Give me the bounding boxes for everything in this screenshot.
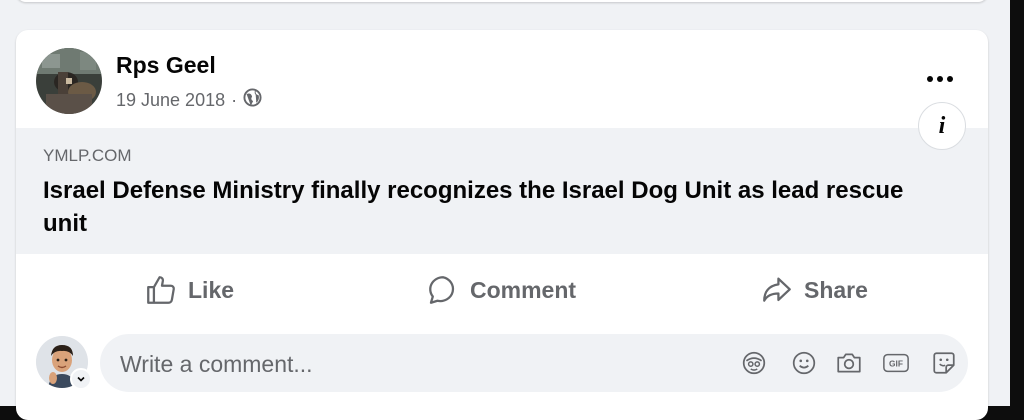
more-options-icon[interactable]	[922, 64, 958, 94]
gif-label: GIF	[889, 359, 903, 369]
window-edge	[1010, 0, 1024, 406]
like-label: Like	[188, 276, 235, 303]
link-preview[interactable]: i YMLP.COM Israel Defense Ministry final…	[16, 102, 988, 254]
comment-label: Comment	[470, 276, 577, 303]
emoji-icon[interactable]	[790, 349, 818, 377]
post-meta: 19 June 2018 ·	[116, 88, 262, 112]
previous-post-card	[16, 0, 988, 2]
avatar-sticker-icon[interactable]	[740, 349, 768, 377]
camera-icon[interactable]	[835, 349, 863, 377]
author-avatar[interactable]	[36, 48, 102, 114]
sticker-icon[interactable]	[930, 349, 958, 377]
gif-icon[interactable]: GIF	[882, 349, 910, 377]
post-date[interactable]: 19 June 2018	[116, 90, 225, 111]
post-actions: Like Comment Share	[16, 268, 988, 312]
like-icon	[147, 276, 175, 304]
comment-icon	[429, 276, 455, 304]
share-button[interactable]: Share	[760, 268, 868, 312]
chevron-down-icon[interactable]	[70, 368, 92, 390]
post-card: Rps Geel 19 June 2018 · i YMLP.COM Israe…	[16, 30, 988, 420]
share-icon	[763, 277, 791, 302]
author-name[interactable]: Rps Geel	[116, 52, 216, 79]
link-headline[interactable]: Israel Defense Ministry finally recogniz…	[43, 174, 923, 240]
comment-button[interactable]: Comment	[426, 268, 576, 312]
like-button[interactable]: Like	[144, 268, 234, 312]
link-domain: YMLP.COM	[43, 146, 132, 165]
current-user-avatar[interactable]	[36, 336, 92, 390]
info-icon[interactable]: i	[918, 102, 966, 150]
meta-separator: ·	[231, 89, 238, 110]
comment-input[interactable]	[118, 334, 702, 394]
comment-composer: GIF	[100, 334, 968, 394]
share-label: Share	[804, 276, 868, 303]
globe-icon[interactable]	[243, 88, 262, 112]
